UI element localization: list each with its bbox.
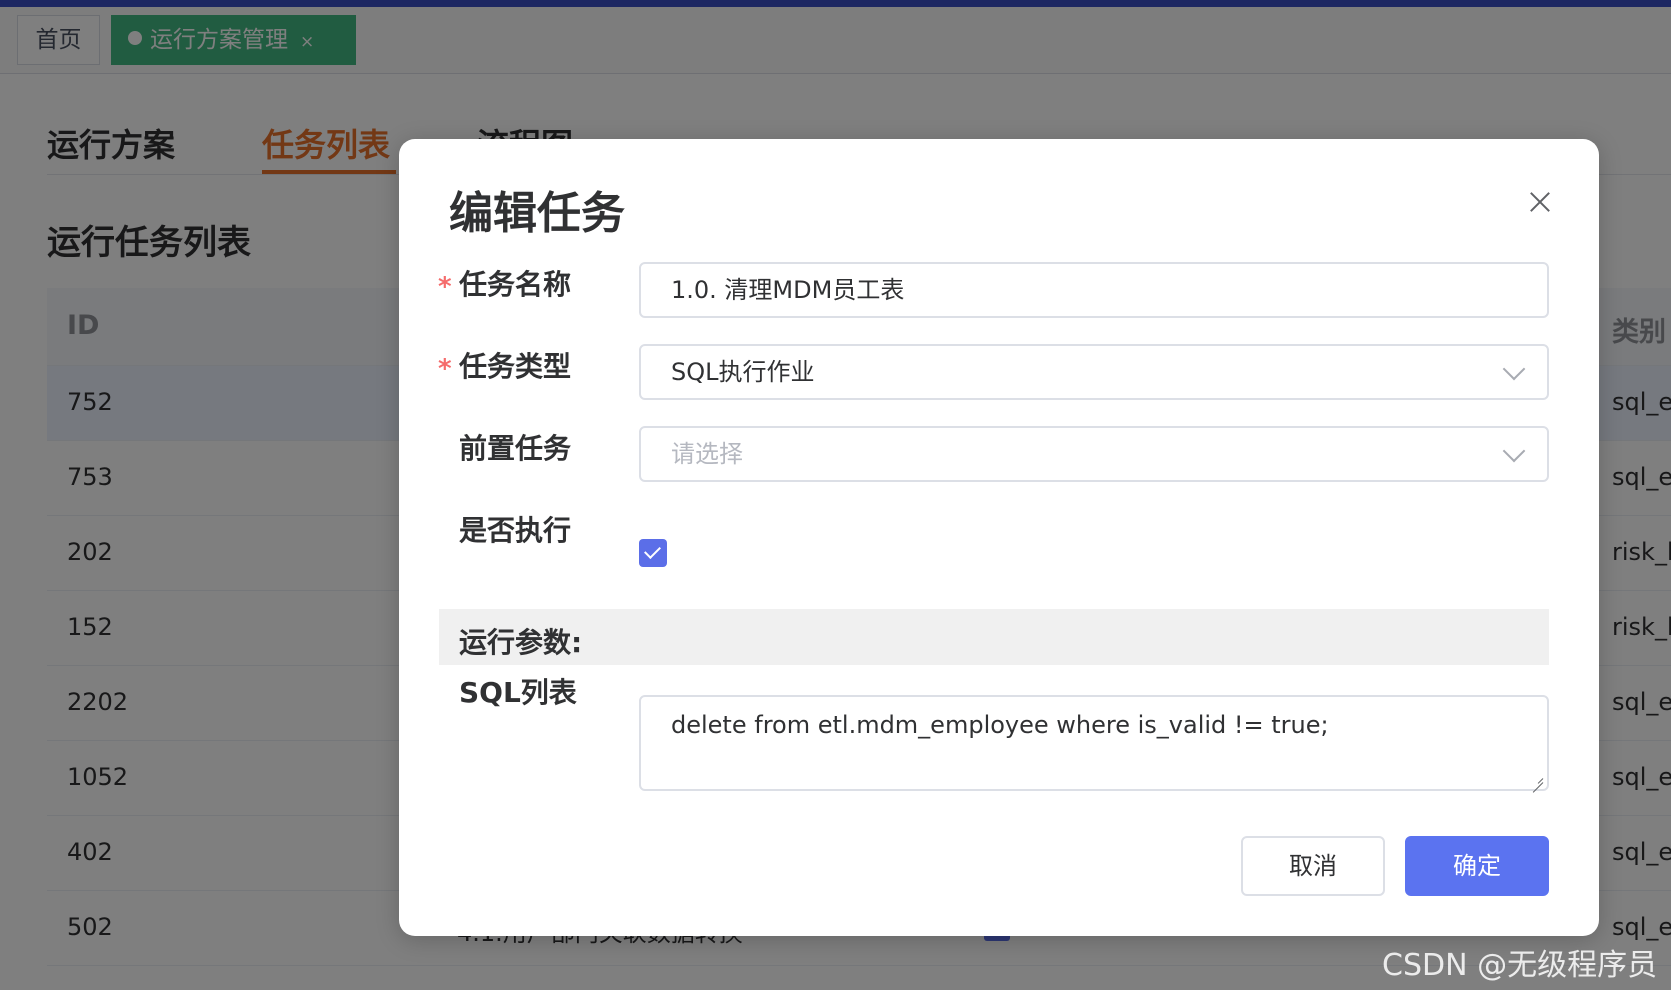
required-mark: * <box>438 354 452 384</box>
sql-list-value: delete from etl.mdm_employee where is_va… <box>671 711 1329 739</box>
confirm-button[interactable]: 确定 <box>1405 836 1549 896</box>
pre-task-select[interactable]: 请选择 <box>639 426 1549 482</box>
watermark: CSDN @无级程序员 <box>1382 948 1658 983</box>
required-mark: * <box>438 272 452 302</box>
params-header-label: 运行参数: <box>459 626 583 659</box>
params-section-header: 运行参数: <box>439 609 1549 665</box>
close-icon[interactable] <box>1517 179 1563 225</box>
pre-task-placeholder: 请选择 <box>671 440 743 468</box>
task-type-select[interactable]: SQL执行作业 <box>639 344 1549 400</box>
chevron-down-icon <box>1503 360 1525 382</box>
cancel-button[interactable]: 取消 <box>1241 836 1385 896</box>
resize-handle-icon[interactable] <box>1531 773 1543 785</box>
pre-task-label: 前置任务 <box>459 432 572 465</box>
sql-list-label: SQL列表 <box>459 676 577 709</box>
edit-task-dialog: 编辑任务 * 任务名称 1.0. 清理MDM员工表 * 任务类型 SQL执行作业… <box>399 139 1599 936</box>
execute-label: 是否执行 <box>459 514 572 547</box>
task-type-value: SQL执行作业 <box>671 358 815 386</box>
execute-checkbox[interactable] <box>639 539 667 567</box>
task-name-input[interactable]: 1.0. 清理MDM员工表 <box>639 262 1549 318</box>
task-type-label: 任务类型 <box>459 350 572 383</box>
dialog-title: 编辑任务 <box>449 188 625 239</box>
sql-list-textarea[interactable]: delete from etl.mdm_employee where is_va… <box>639 695 1549 791</box>
task-name-label: 任务名称 <box>459 268 572 301</box>
chevron-down-icon <box>1503 442 1525 464</box>
